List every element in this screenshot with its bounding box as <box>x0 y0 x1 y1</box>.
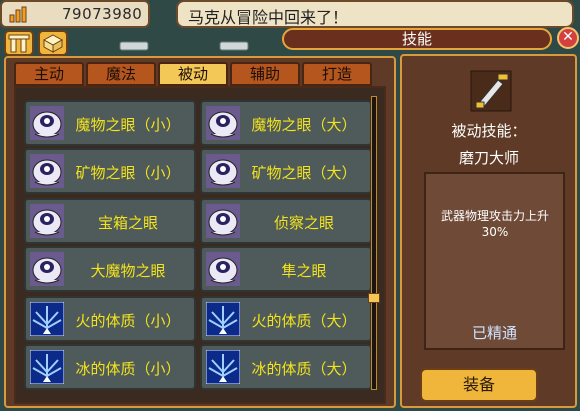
lamp-icon <box>119 41 149 51</box>
tab-crafting[interactable]: 打造 <box>302 62 372 86</box>
items-button[interactable] <box>38 30 68 56</box>
window-title: 技能 <box>282 28 552 50</box>
skill-label: 火的体质（大） <box>251 312 357 330</box>
sword-icon <box>470 70 512 112</box>
constitution-icon <box>30 350 64 384</box>
skill-label: 魔物之眼（小） <box>75 116 181 134</box>
message-bar: 马克从冒险中回来了！ <box>176 0 574 28</box>
skill-type-label: 被动技能： <box>451 122 527 140</box>
skill-label: 冰的体质（小） <box>75 360 181 378</box>
monster-eye-icon <box>30 204 64 238</box>
mastery-status: 已精通 <box>471 324 517 342</box>
skill-item[interactable]: 宝箱之眼 <box>24 198 196 244</box>
skill-item[interactable]: 大魔物之眼 <box>24 246 196 292</box>
monster-eye-icon <box>206 106 240 140</box>
skill-label: 冰的体质（大） <box>251 360 357 378</box>
gold-amount: 79073980 <box>62 5 143 23</box>
tab-passive[interactable]: 被动 <box>158 62 228 86</box>
gold-display: 79073980 <box>0 0 150 28</box>
constitution-icon <box>206 350 240 384</box>
skill-name: 磨刀大师 <box>458 149 519 167</box>
skill-item[interactable]: 矿物之眼（大） <box>200 148 372 194</box>
skill-item[interactable]: 火的体质（大） <box>200 296 372 342</box>
monster-eye-icon <box>30 252 64 286</box>
monster-eye-icon <box>206 204 240 238</box>
skill-label: 矿物之眼（小） <box>75 164 181 182</box>
lamp-icon <box>219 41 249 51</box>
scrollbar-thumb[interactable] <box>368 293 380 303</box>
skill-label: 矿物之眼（大） <box>251 164 357 182</box>
skill-item[interactable]: 隼之眼 <box>200 246 372 292</box>
skill-tabs: 主动 魔法 被动 辅助 打造 <box>14 62 372 86</box>
monster-eye-icon <box>206 252 240 286</box>
monster-eye-icon <box>30 106 64 140</box>
skill-description: 武器物理攻击力上升30% <box>440 209 549 239</box>
skill-item[interactable]: 火的体质（小） <box>24 296 196 342</box>
monster-eye-icon <box>30 154 64 188</box>
close-button[interactable]: ✕ <box>557 27 579 49</box>
pillars-icon <box>8 34 30 53</box>
constitution-icon <box>30 302 64 336</box>
cube-icon <box>42 34 64 53</box>
menu-button[interactable] <box>4 30 34 56</box>
skill-label: 侦察之眼 <box>273 214 334 232</box>
skill-item[interactable]: 侦察之眼 <box>200 198 372 244</box>
tab-support[interactable]: 辅助 <box>230 62 300 86</box>
skill-label: 宝箱之眼 <box>97 214 158 232</box>
skill-label: 隼之眼 <box>281 262 327 280</box>
skill-item[interactable]: 冰的体质（大） <box>200 344 372 390</box>
monster-eye-icon <box>206 154 240 188</box>
skill-item[interactable]: 矿物之眼（小） <box>24 148 196 194</box>
skill-item[interactable]: 冰的体质（小） <box>24 344 196 390</box>
skill-item[interactable]: 魔物之眼（小） <box>24 100 196 146</box>
skill-item[interactable]: 魔物之眼（大） <box>200 100 372 146</box>
gold-stack-icon <box>9 6 27 23</box>
skill-label: 大魔物之眼 <box>90 262 166 280</box>
skill-label: 火的体质（小） <box>75 312 181 330</box>
equip-button[interactable]: 装备 <box>420 368 538 402</box>
constitution-icon <box>206 302 240 336</box>
scrollbar[interactable] <box>371 96 377 390</box>
tab-magic[interactable]: 魔法 <box>86 62 156 86</box>
skill-label: 魔物之眼（大） <box>251 116 357 134</box>
tab-active-skills[interactable]: 主动 <box>14 62 84 86</box>
